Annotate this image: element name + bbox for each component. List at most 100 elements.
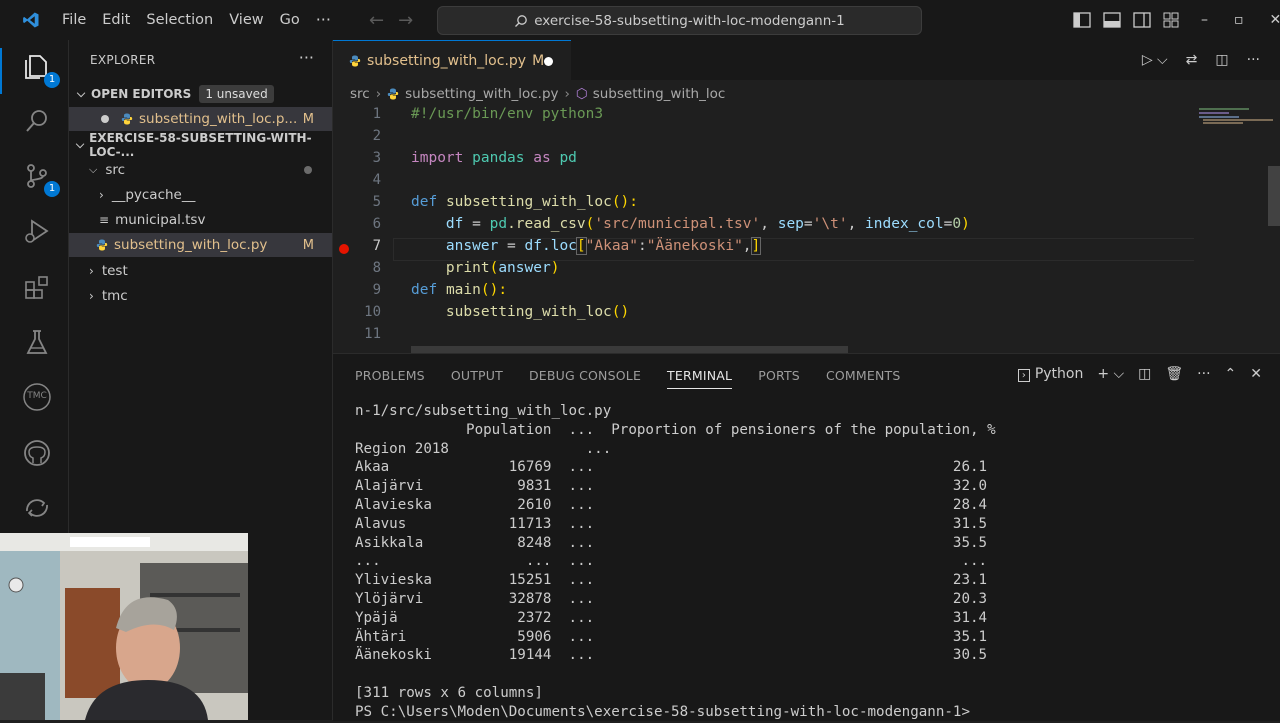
tree-folder-test[interactable]: › test: [69, 259, 332, 283]
tab-modified-status: M: [532, 53, 544, 69]
tree-folder-tmc[interactable]: › tmc: [69, 284, 332, 308]
breadcrumb-file[interactable]: subsetting_with_loc.py: [405, 86, 558, 102]
trash-icon[interactable]: 🗑: [1165, 366, 1183, 382]
tab-output[interactable]: OUTPUT: [451, 368, 503, 389]
tab-debug-console[interactable]: DEBUG CONSOLE: [529, 368, 641, 389]
run-debug-icon[interactable]: [22, 216, 56, 250]
terminal-line: [355, 666, 996, 685]
symbol-method-icon: ⬡: [576, 86, 588, 102]
chevron-down-icon: ⌵: [71, 138, 89, 152]
tree-file-subsetting[interactable]: subsetting_with_loc.py M: [69, 233, 332, 257]
python-file-icon: [349, 55, 361, 67]
chevron-right-icon: ›: [89, 289, 94, 303]
github-icon[interactable]: [22, 438, 56, 472]
source-control-icon[interactable]: 1: [22, 161, 56, 195]
run-file-icon[interactable]: ▷ ⌵: [1142, 52, 1168, 68]
unsaved-dot-icon[interactable]: [101, 115, 109, 123]
explorer-icon[interactable]: 1: [22, 52, 56, 86]
menu-view[interactable]: View: [221, 0, 271, 40]
python-file-icon: [121, 113, 133, 125]
unsaved-dot-icon[interactable]: [544, 57, 553, 66]
close-panel-icon[interactable]: ✕: [1250, 366, 1262, 382]
compare-changes-icon[interactable]: ⇄: [1186, 52, 1198, 68]
tab-filename: subsetting_with_loc.py: [367, 53, 526, 69]
menu-file[interactable]: File: [54, 0, 94, 40]
folder-modified-dot: [304, 166, 312, 174]
code-line-3: import pandas as pd: [411, 150, 577, 166]
new-terminal-icon[interactable]: + ⌵: [1097, 366, 1124, 382]
chevron-down-icon: ⌵: [71, 87, 91, 101]
menu-go[interactable]: Go: [272, 0, 308, 40]
menu-selection[interactable]: Selection: [138, 0, 221, 40]
testing-flask-icon[interactable]: [22, 327, 56, 361]
open-editors-section[interactable]: ⌵ OPEN EDITORS 1 unsaved: [69, 83, 332, 105]
editor-more-icon[interactable]: ···: [1247, 52, 1260, 68]
toggle-secondary-sidebar-icon[interactable]: [1133, 12, 1151, 28]
vertical-scrollbar[interactable]: [1268, 166, 1280, 226]
terminal-line: Akaa 16769 ... 26.1: [355, 459, 996, 478]
terminal-line: Äänekoski 19144 ... 30.5: [355, 647, 996, 666]
minimize-icon[interactable]: –: [1201, 12, 1208, 28]
breadcrumb: src › subsetting_with_loc.py › ⬡ subsett…: [350, 86, 725, 102]
open-editor-item[interactable]: subsetting_with_loc.p... M: [69, 107, 332, 131]
python-file-icon: [96, 239, 108, 251]
forward-arrow-icon[interactable]: →: [398, 10, 427, 31]
workspace-section[interactable]: ⌵ EXERCISE-58-SUBSETTING-WITH-LOC-...: [69, 134, 332, 156]
modified-status: M: [303, 238, 314, 253]
tab-comments[interactable]: COMMENTS: [826, 368, 901, 389]
terminal-line: Alavieska 2610 ... 28.4: [355, 497, 996, 516]
terminal-line: Asikkala 8248 ... 35.5: [355, 535, 996, 554]
split-editor-icon[interactable]: ◫: [1215, 52, 1228, 68]
chevron-right-icon: ›: [89, 264, 94, 278]
bottom-panel: PROBLEMS OUTPUT DEBUG CONSOLE TERMINAL P…: [333, 353, 1280, 721]
menu-edit[interactable]: Edit: [94, 0, 138, 40]
menu-more-button[interactable]: ···: [308, 0, 339, 40]
split-terminal-icon[interactable]: ◫: [1138, 366, 1151, 382]
terminal-shell-selector[interactable]: ›Python: [1018, 366, 1084, 382]
close-window-icon[interactable]: ✕: [1270, 12, 1280, 28]
panel-more-icon[interactable]: ···: [1197, 366, 1210, 382]
terminal-line: Ylivieska 15251 ... 23.1: [355, 572, 996, 591]
minimap[interactable]: [1194, 106, 1280, 353]
terminal-line: Alavus 11713 ... 31.5: [355, 516, 996, 535]
maximize-panel-icon[interactable]: ⌃: [1225, 366, 1237, 382]
search-activity-icon[interactable]: [22, 106, 56, 140]
command-center-search[interactable]: exercise-58-subsetting-with-loc-modengan…: [437, 6, 922, 35]
toggle-sidebar-icon[interactable]: [1073, 12, 1091, 28]
editor-tabs: subsetting_with_loc.py M ▷ ⌵ ⇄ ◫ ···: [333, 40, 1280, 80]
explorer-more-button[interactable]: ···: [299, 48, 314, 67]
line-number: 5: [333, 194, 381, 210]
customize-layout-icon[interactable]: [1163, 12, 1179, 28]
tmc-icon[interactable]: TMC: [22, 382, 56, 416]
unsaved-badge: 1 unsaved: [199, 85, 273, 103]
toggle-panel-icon[interactable]: [1103, 12, 1121, 28]
tree-file-municipal[interactable]: ≡ municipal.tsv: [69, 208, 332, 232]
breadcrumb-symbol[interactable]: subsetting_with_loc: [593, 86, 726, 102]
tree-label: subsetting_with_loc.py: [114, 237, 267, 253]
terminal-icon: ›: [1018, 369, 1030, 382]
maximize-icon[interactable]: ▫: [1234, 12, 1244, 28]
line-number: 9: [333, 282, 381, 298]
search-icon: [514, 14, 528, 28]
editor-tab-active[interactable]: subsetting_with_loc.py M: [333, 40, 571, 81]
terminal-line: Ylöjärvi 32878 ... 20.3: [355, 591, 996, 610]
line-number: 6: [333, 216, 381, 232]
tree-folder-pycache[interactable]: › __pycache__: [69, 183, 332, 207]
terminal-output[interactable]: n-1/src/subsetting_with_loc.py Populatio…: [355, 403, 996, 723]
panel-tabs: PROBLEMS OUTPUT DEBUG CONSOLE TERMINAL P…: [355, 368, 927, 389]
code-line-7: answer = df.loc["Akaa":"Äänekoski",]: [411, 238, 760, 254]
tree-folder-src[interactable]: ⌵ src: [69, 158, 332, 182]
breadcrumb-src[interactable]: src: [350, 86, 370, 102]
webcam-overlay: [0, 533, 248, 720]
tab-terminal[interactable]: TERMINAL: [667, 368, 732, 389]
tab-problems[interactable]: PROBLEMS: [355, 368, 425, 389]
extensions-icon[interactable]: [22, 272, 56, 306]
remote-explorer-icon[interactable]: [22, 493, 56, 527]
code-line-5: def subsetting_with_loc():: [411, 194, 638, 210]
tab-ports[interactable]: PORTS: [758, 368, 800, 389]
back-arrow-icon[interactable]: ←: [369, 10, 398, 31]
title-bar: File Edit Selection View Go ··· ←→ exerc…: [0, 0, 1280, 40]
vscode-logo-icon: [22, 11, 40, 29]
horizontal-scrollbar[interactable]: [411, 346, 848, 353]
line-number: 2: [333, 128, 381, 144]
